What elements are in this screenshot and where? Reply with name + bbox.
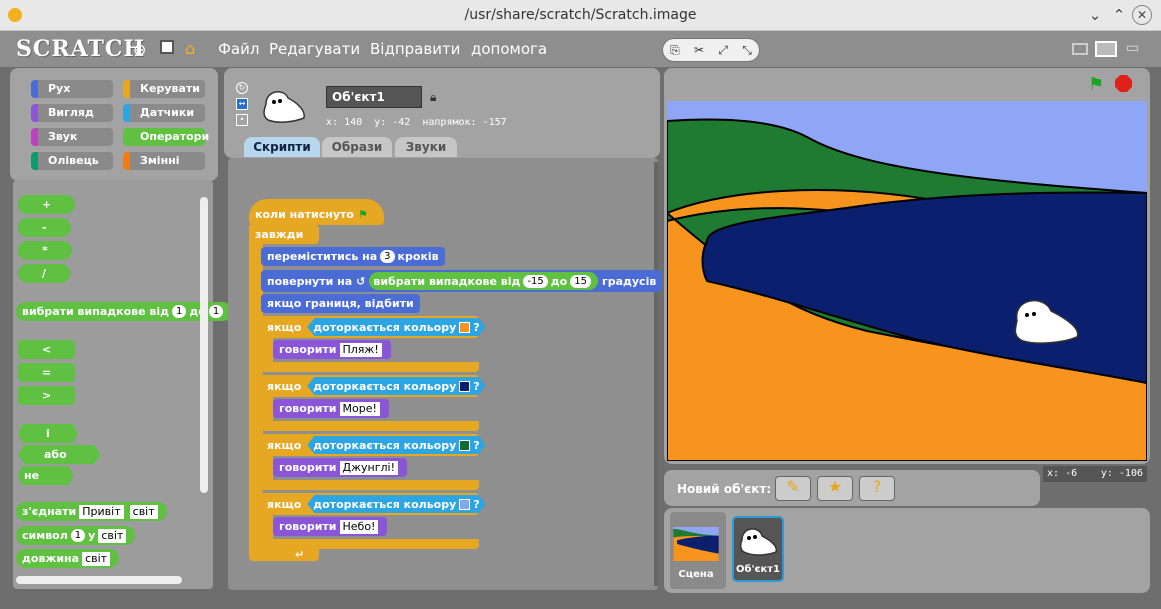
block-join[interactable]: з'єднати Привіт світ [16,502,167,521]
category-control[interactable]: Керувати [123,80,205,98]
category-sensing[interactable]: Датчики [123,104,205,122]
tab-sounds[interactable]: Звуки [395,137,457,157]
block-say[interactable]: говорити Небо! [273,517,388,536]
category-looks[interactable]: Вигляд [31,104,113,122]
color-swatch[interactable] [459,439,471,451]
green-flag-button[interactable]: ⚑ [1088,74,1104,95]
if-end [261,539,479,549]
share-house-icon[interactable]: ⌂ [185,39,195,58]
block-say[interactable]: говорити Море! [273,399,389,418]
block-turn[interactable]: повернути на ↺ вибрати випадкове від -15 до… [261,270,663,292]
block-letter-of[interactable]: символ 1 у світ [16,526,136,545]
block-if-touching-color[interactable]: якщо доторкається кольору? [261,316,486,338]
block-not[interactable]: не [18,466,74,485]
sprite-name-field[interactable]: Об'єкт1 [326,86,422,108]
sprite-tools: ⎘ ✂ ⤢ ⤡ [662,38,760,62]
block-and[interactable]: і [18,424,78,443]
choose-sprite-file-button[interactable]: ★ [817,476,853,501]
block-less-than[interactable]: < [18,340,76,359]
flip-mode-icon[interactable]: ↔ [236,98,248,110]
duplicate-icon[interactable]: ⎘ [670,43,680,58]
block-touching-color[interactable]: доторкається кольору? [307,377,486,395]
block-forever[interactable]: завжди [249,225,319,244]
category-variables[interactable]: Змінні [123,152,205,170]
normal-stage-icon[interactable] [1095,41,1117,57]
block-say[interactable]: говорити Джунглі! [273,458,407,477]
block-subtract[interactable]: - [18,218,71,237]
sprite-thumbnail-label: Об'єкт1 [735,564,780,575]
color-swatch[interactable] [459,321,471,333]
sprite-coords: x: 140 y: -42 напрямок: -157 [326,117,507,128]
menu-file[interactable]: Файл [218,40,259,58]
menu-edit[interactable]: Редагувати [269,40,360,58]
scratch-logo: SCRATCH [16,36,146,62]
save-icon[interactable] [160,40,174,54]
small-stage-icon[interactable] [1072,43,1088,55]
lock-icon[interactable]: 🔒︎ [430,90,436,105]
tab-scripts[interactable]: Скрипти [244,137,320,157]
presentation-icon[interactable]: ▭ [1126,40,1139,56]
block-pick-random-nested[interactable]: вибрати випадкове від -15 до 15 [369,272,598,290]
no-rotate-icon[interactable]: • [236,114,248,126]
sprite-thumbnail-ghost [263,91,305,123]
block-say[interactable]: говорити Пляж! [273,340,391,359]
block-or[interactable]: або [18,445,101,464]
forever-end: ↵ [249,547,319,561]
category-sound[interactable]: Звук [31,128,113,146]
palette-horizontal-scrollbar[interactable] [16,576,182,584]
block-if-touching-color[interactable]: якщо доторкається кольору? [261,434,486,456]
tab-costumes[interactable]: Образи [322,137,392,157]
block-when-flag-clicked[interactable]: коли натиснуто ⚑ [249,199,384,225]
green-flag-icon: ⚑ [357,207,368,221]
minimize-icon[interactable]: ⌄ [1086,6,1104,24]
block-move-steps[interactable]: переміститись на 3 кроків [261,247,445,266]
menu-bar [0,31,1161,67]
paint-new-sprite-button[interactable]: ✎ [775,476,811,501]
maximize-icon[interactable]: ⌃ [1110,6,1128,24]
stop-button[interactable] [1115,75,1132,92]
block-if-touching-color[interactable]: якщо доторкається кольору? [261,375,486,397]
category-motion[interactable]: Рух [31,80,113,98]
globe-icon[interactable]: ⊕ [133,40,146,59]
window-title: /usr/share/scratch/Scratch.image [464,7,697,23]
color-swatch[interactable] [459,380,471,392]
stage-canvas[interactable] [667,101,1147,461]
block-touching-color[interactable]: доторкається кольору? [307,318,486,336]
menu-help[interactable]: допомога [471,40,547,58]
palette-vertical-scrollbar[interactable] [200,197,208,493]
block-bounce[interactable]: якщо границя, відбити [261,294,420,313]
menu-share[interactable]: Відправити [370,40,460,58]
sprite-thumbnail-icon [739,528,778,556]
color-swatch[interactable] [459,498,471,510]
block-multiply[interactable]: * [18,241,72,260]
if-end [261,421,479,431]
category-operators[interactable]: Оператори [123,128,209,146]
block-divide[interactable]: / [18,264,71,283]
scripts-scrollbar[interactable] [654,162,658,586]
if-end [261,480,479,490]
block-length[interactable]: довжина світ [16,549,120,568]
block-touching-color[interactable]: доторкається кольору? [307,495,486,513]
new-sprite-label: Новий об'єкт: [677,482,772,496]
random-sprite-button[interactable]: ? [859,476,895,501]
shrink-icon[interactable]: ⤡ [742,43,752,58]
stage-thumbnail-label: Сцена [678,569,714,580]
block-touching-color[interactable]: доторкається кольору? [307,436,486,454]
category-pen[interactable]: Олівець [31,152,113,170]
block-if-touching-color[interactable]: якщо доторкається кольору? [261,493,486,515]
close-icon[interactable]: ✕ [1132,5,1152,25]
block-equals[interactable]: = [18,363,76,382]
turn-left-icon: ↺ [356,274,366,288]
if-end [261,362,479,372]
mouse-coordinates: x: -6 y: -106 [1043,466,1147,482]
grow-icon[interactable]: ⤢ [718,43,728,58]
stage-thumbnail[interactable] [672,527,720,561]
delete-icon[interactable]: ✂ [694,43,704,57]
block-add[interactable]: + [18,195,76,214]
window-titlebar: /usr/share/scratch/Scratch.image ⌄ ⌃ ✕ [0,0,1161,31]
rotate-mode-icon[interactable]: ↻ [236,82,248,94]
block-greater-than[interactable]: > [18,386,76,405]
